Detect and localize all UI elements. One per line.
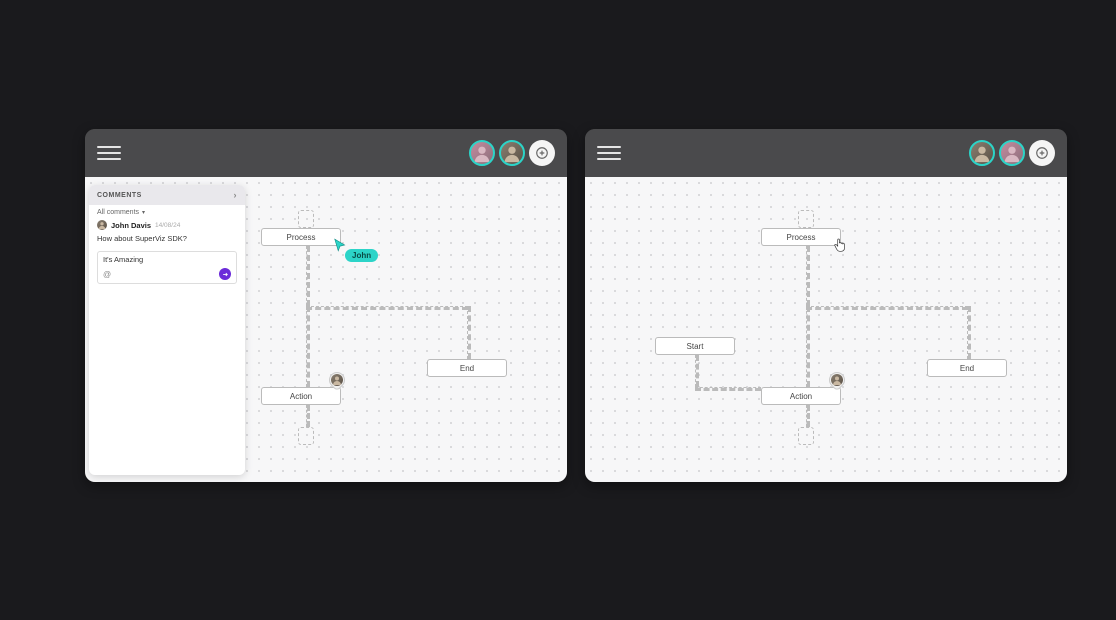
- add-user-button[interactable]: [529, 140, 555, 166]
- flow-connector: [967, 306, 971, 359]
- cursor-icon: [333, 238, 347, 252]
- filter-label: All comments: [97, 209, 139, 216]
- flow-connector: [306, 405, 310, 427]
- node-label: Process: [287, 233, 316, 242]
- comment-date: 14/08/24: [155, 222, 180, 229]
- presence-list: [469, 140, 555, 166]
- avatar[interactable]: [969, 140, 995, 166]
- flow-node-process[interactable]: Process: [261, 228, 341, 246]
- flow-connector: [467, 306, 471, 359]
- workspace[interactable]: Process Start End Action: [585, 177, 1067, 482]
- flow-connector: [306, 306, 310, 387]
- send-button[interactable]: [219, 268, 231, 280]
- topbar: [585, 129, 1067, 177]
- hand-cursor-icon: [833, 237, 847, 253]
- avatar[interactable]: [469, 140, 495, 166]
- flow-connector: [695, 387, 761, 391]
- flow-node-action[interactable]: Action: [761, 387, 841, 405]
- comment-item: John Davis 14/08/24 How about SuperViz S…: [89, 218, 245, 249]
- flow-node-process[interactable]: Process: [761, 228, 841, 246]
- app-window-right: Process Start End Action: [585, 129, 1067, 482]
- chevron-right-icon[interactable]: ›: [234, 190, 238, 200]
- comment-author: John Davis: [111, 221, 151, 230]
- flow-node-end[interactable]: End: [427, 359, 507, 377]
- add-user-button[interactable]: [1029, 140, 1055, 166]
- node-label: Start: [687, 342, 704, 351]
- avatar[interactable]: [999, 140, 1025, 166]
- workspace[interactable]: COMMENTS › All comments ▾ John Davis 14/…: [85, 177, 567, 482]
- flow-connector: [306, 306, 468, 310]
- flow-placeholder[interactable]: [798, 210, 814, 228]
- flow-connector: [806, 306, 968, 310]
- comments-filter[interactable]: All comments ▾: [89, 205, 245, 218]
- reply-input[interactable]: [103, 255, 231, 264]
- flow-node-start[interactable]: Start: [655, 337, 735, 355]
- flow-placeholder[interactable]: [298, 427, 314, 445]
- flow-connector: [306, 246, 310, 306]
- comments-title: COMMENTS: [97, 192, 142, 199]
- menu-icon[interactable]: [97, 141, 121, 165]
- flow-placeholder[interactable]: [798, 427, 814, 445]
- avatar: [97, 220, 107, 230]
- mention-icon[interactable]: @: [103, 270, 111, 279]
- flow-connector: [806, 246, 810, 306]
- node-label: Process: [787, 233, 816, 242]
- chevron-down-icon: ▾: [142, 209, 145, 216]
- flow-connector: [806, 405, 810, 427]
- flow-placeholder[interactable]: [298, 210, 314, 228]
- comments-header: COMMENTS ›: [89, 185, 245, 205]
- avatar[interactable]: [499, 140, 525, 166]
- flow-node-end[interactable]: End: [927, 359, 1007, 377]
- node-label: Action: [290, 392, 312, 401]
- cursor-label: John: [345, 249, 378, 262]
- comments-panel: COMMENTS › All comments ▾ John Davis 14/…: [89, 185, 245, 475]
- cursor-user-name: John: [352, 251, 371, 260]
- flow-node-action[interactable]: Action: [261, 387, 341, 405]
- menu-icon[interactable]: [597, 141, 621, 165]
- flow-connector: [695, 355, 699, 387]
- reply-box: @: [97, 251, 237, 284]
- node-label: End: [960, 364, 974, 373]
- app-window-left: COMMENTS › All comments ▾ John Davis 14/…: [85, 129, 567, 482]
- flow-connector: [806, 306, 810, 387]
- comment-text: How about SuperViz SDK?: [97, 234, 237, 243]
- topbar: [85, 129, 567, 177]
- presence-list: [969, 140, 1055, 166]
- node-label: Action: [790, 392, 812, 401]
- node-label: End: [460, 364, 474, 373]
